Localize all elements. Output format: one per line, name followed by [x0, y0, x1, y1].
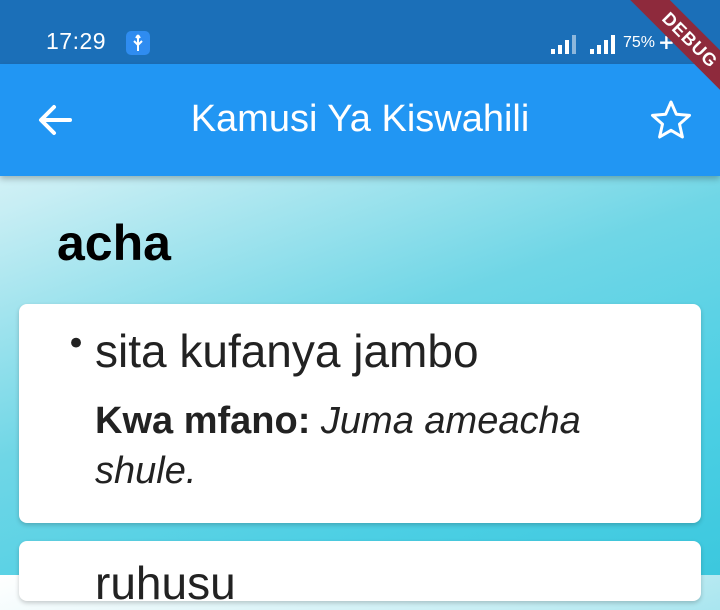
app-bar: Kamusi Ya Kiswahili: [0, 64, 720, 176]
definition-card: ruhusu: [19, 541, 701, 609]
word-title: acha: [57, 215, 171, 271]
bullet-icon: •: [66, 324, 87, 364]
star-outline-icon[interactable]: [650, 99, 692, 141]
signal-icon: [551, 34, 579, 54]
status-bar: 17:29 75% +: [0, 0, 720, 64]
definition-meaning: sita kufanya jambo: [95, 325, 479, 377]
definition-example: Kwa mfano: Juma ameacha shule.: [95, 396, 665, 496]
signal-icon: [590, 34, 618, 54]
status-time: 17:29: [46, 28, 107, 54]
battery-percentage: 75%: [623, 34, 656, 51]
example-label: Kwa mfano:: [95, 400, 311, 442]
definition-card: • sita kufanya jambo Kwa mfano: Juma ame…: [19, 304, 701, 523]
definition-meaning: ruhusu: [95, 557, 236, 609]
usb-icon: [126, 31, 150, 55]
app-title: Kamusi Ya Kiswahili: [190, 98, 530, 140]
